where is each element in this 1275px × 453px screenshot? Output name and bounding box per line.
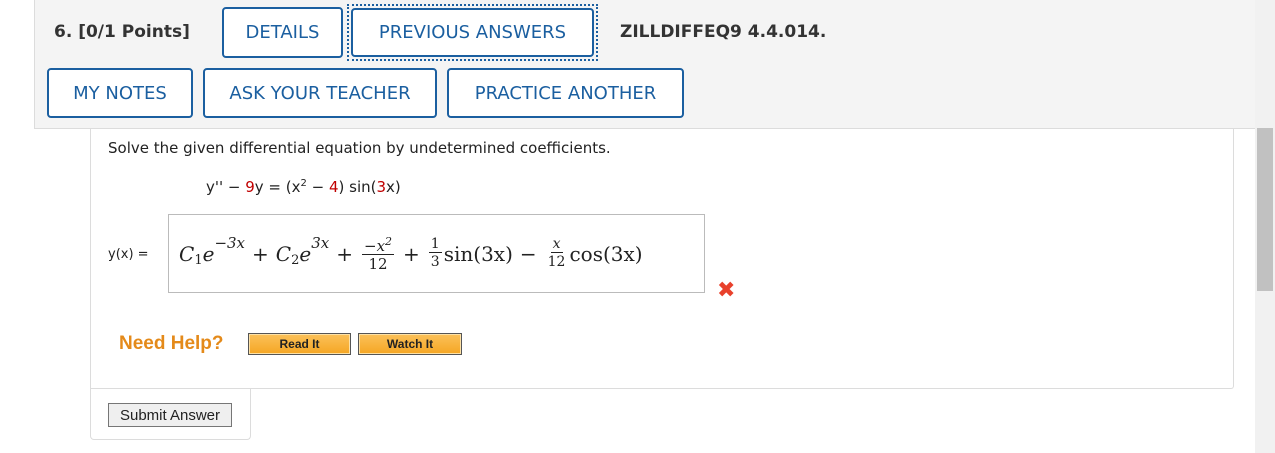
term-e1: e — [202, 241, 215, 266]
plus-sign: + — [403, 241, 420, 266]
my-notes-button[interactable]: MY NOTES — [47, 68, 193, 118]
practice-another-button[interactable]: PRACTICE ANOTHER — [447, 68, 684, 118]
ask-your-teacher-button[interactable]: ASK YOUR TEACHER — [203, 68, 437, 118]
fraction-one-third: 13 — [428, 236, 442, 271]
equation-lhs-b: y = (x — [254, 178, 301, 196]
sin-term: sin(3x) — [443, 241, 513, 266]
plus-sign: + — [336, 241, 353, 266]
fraction-denominator: 3 — [430, 254, 440, 270]
equation-coefficient: 9 — [245, 178, 255, 196]
need-help-label: Need Help? — [119, 333, 224, 354]
submit-answer-button[interactable]: Submit Answer — [108, 403, 232, 427]
fraction-numerator: −x2 — [362, 235, 395, 255]
equation-rhs: ) sin( — [338, 178, 377, 196]
minus-sign: − — [519, 241, 537, 266]
term-c2: C — [275, 241, 292, 266]
details-button[interactable]: DETAILS — [222, 7, 343, 58]
equation-arg-number: 3 — [376, 178, 387, 196]
answer-input[interactable]: C 1 e −3x + C 2 e 3x + −x2 12 + 1 3 sin(3x) − x 12… — [168, 214, 705, 293]
fraction-numerator: x — [550, 236, 563, 253]
fraction-x-over-12: x 12 — [546, 236, 568, 271]
cos-term: cos(3x) — [569, 241, 643, 266]
equation-lhs-a: y'' − — [206, 178, 246, 196]
watch-it-button[interactable]: Watch It — [358, 333, 462, 355]
fraction-x-squared-over-12: −x2 12 — [362, 234, 395, 273]
equation-minus: − — [306, 178, 329, 196]
question-id-label: ZILLDIFFEQ9 4.4.014. — [620, 22, 827, 42]
fraction-numerator: 1 — [428, 236, 442, 253]
term-c1: C — [179, 241, 195, 266]
equation-arg-end: x) — [386, 178, 401, 196]
term-e2-exponent: 3x — [311, 233, 330, 252]
term-c1-subscript: 1 — [194, 253, 203, 268]
answer-label: y(x) = — [108, 247, 149, 262]
term-e2: e — [299, 241, 312, 266]
equation-constant: 4 — [328, 178, 339, 196]
question-number-label: 6. [0/1 Points] — [54, 22, 190, 42]
read-it-button[interactable]: Read It — [248, 333, 351, 355]
term-e1-exponent: −3x — [214, 233, 246, 252]
incorrect-icon: ✖ — [717, 278, 736, 303]
fraction-denominator: 12 — [368, 255, 388, 273]
answer-expression: C 1 e −3x + C 2 e 3x + −x2 12 + 1 3 sin(3x) − x 12… — [179, 215, 643, 292]
previous-answers-button[interactable]: PREVIOUS ANSWERS — [351, 8, 594, 57]
differential-equation: y'' − 9y = (x2 − 4) sin(3x) — [206, 178, 401, 196]
scrollbar-thumb[interactable] — [1257, 128, 1273, 291]
term-c2-subscript: 2 — [291, 253, 300, 268]
plus-sign: + — [252, 241, 269, 266]
problem-prompt: Solve the given differential equation by… — [108, 139, 611, 157]
fraction-denominator: 12 — [547, 254, 566, 270]
